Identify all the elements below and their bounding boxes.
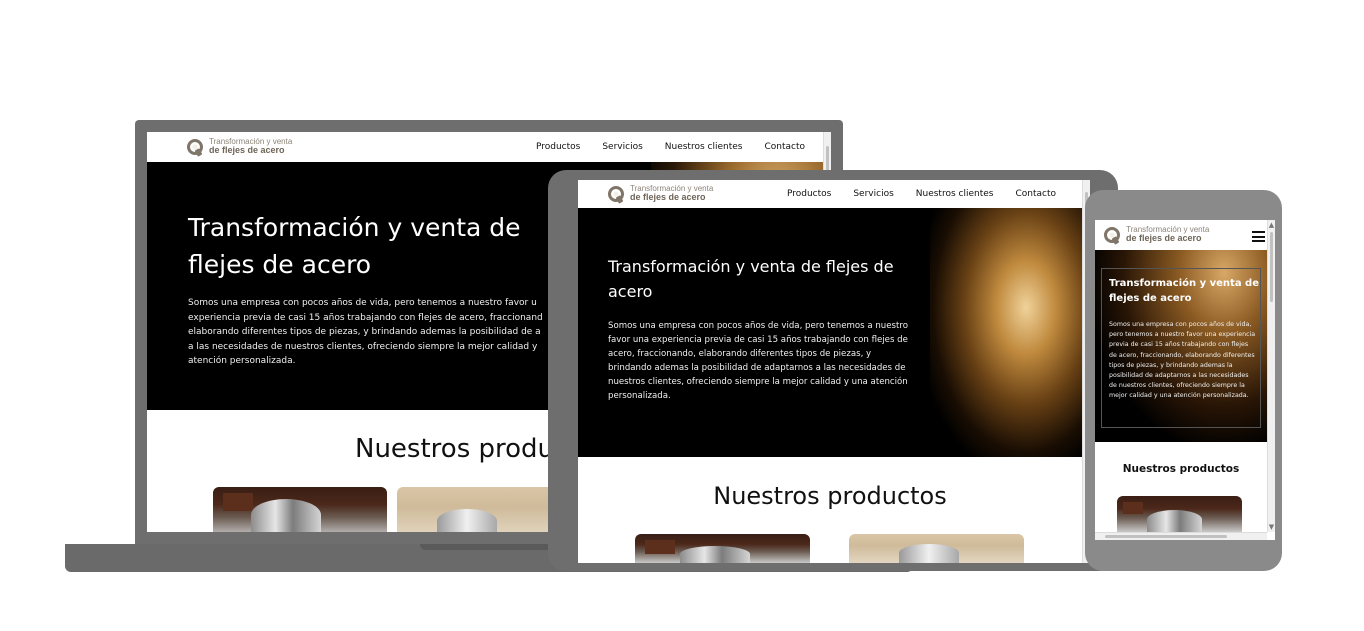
nav-contacto[interactable]: Contacto (764, 142, 805, 152)
product-card-2[interactable] (397, 487, 557, 532)
nav-contacto[interactable]: Contacto (1015, 189, 1056, 199)
products-title: Nuestros productos (713, 482, 947, 510)
nav-servicios[interactable]: Servicios (853, 189, 893, 199)
hero-description: Somos una empresa con pocos años de vida… (608, 321, 908, 401)
site-header: Transformación y venta de flejes de acer… (578, 180, 1090, 208)
site-logo[interactable]: Transformación y venta de flejes de acer… (187, 137, 292, 156)
hero-title: Transformación y venta de flejes de acer… (608, 257, 894, 301)
site-logo[interactable]: Transformación y venta de flejes de acer… (1104, 225, 1209, 244)
products-title: Nuestros produ (355, 434, 555, 464)
responsive-mockup: Transformación y venta de flejes de acer… (0, 0, 1364, 631)
logo-line2: de flejes de acero (630, 192, 706, 203)
nav-clientes[interactable]: Nuestros clientes (916, 189, 994, 199)
laptop-hinge (420, 544, 560, 550)
nav-productos[interactable]: Productos (787, 189, 831, 199)
hero-section: Transformación y venta de flejes de acer… (578, 208, 1090, 457)
phone-horizontal-scrollbar[interactable] (1095, 532, 1267, 540)
phone-screen: Transformación y venta de flejes de acer… (1095, 220, 1275, 540)
hero-title: Transformación y venta de flejes de acer… (1109, 278, 1259, 304)
logo-line2: de flejes de acero (1126, 233, 1202, 244)
hero-section: Transformación y venta de flejes de acer… (1095, 250, 1267, 442)
logo-ring-icon (1104, 226, 1120, 243)
hero-description: Somos una empresa con pocos años de vida… (1109, 321, 1256, 400)
logo-line2: de flejes de acero (209, 145, 285, 156)
product-card-1[interactable] (213, 487, 387, 532)
logo-ring-icon (608, 185, 624, 202)
site-header: Transformación y venta de flejes de acer… (147, 132, 831, 162)
nav-productos[interactable]: Productos (536, 142, 580, 152)
main-nav: Productos Servicios Nuestros clientes Co… (787, 189, 1056, 199)
hamburger-menu-icon[interactable] (1252, 231, 1265, 242)
site-logo[interactable]: Transformación y venta de flejes de acer… (608, 184, 713, 203)
scroll-down-arrow-icon[interactable]: ▼ (1268, 522, 1275, 532)
product-card-1[interactable] (635, 534, 810, 563)
logo-ring-icon (187, 138, 203, 155)
tablet-screen: Transformación y venta de flejes de acer… (578, 180, 1090, 563)
site-header: Transformación y venta de flejes de acer… (1095, 220, 1275, 250)
product-card-2[interactable] (849, 534, 1024, 563)
nav-servicios[interactable]: Servicios (602, 142, 642, 152)
hero-coil-image (930, 208, 1090, 457)
product-card-1[interactable] (1117, 496, 1242, 532)
main-nav: Productos Servicios Nuestros clientes Co… (536, 142, 805, 152)
nav-clientes[interactable]: Nuestros clientes (665, 142, 743, 152)
scroll-up-arrow-icon[interactable]: ▲ (1268, 220, 1275, 230)
products-title: Nuestros productos (1122, 463, 1240, 475)
hero-description: Somos una empresa con pocos años de vida… (188, 298, 543, 366)
phone-scrollbar[interactable]: ▲ ▼ (1267, 220, 1275, 532)
hero-title: Transformación y venta de flejes de acer… (188, 213, 521, 279)
